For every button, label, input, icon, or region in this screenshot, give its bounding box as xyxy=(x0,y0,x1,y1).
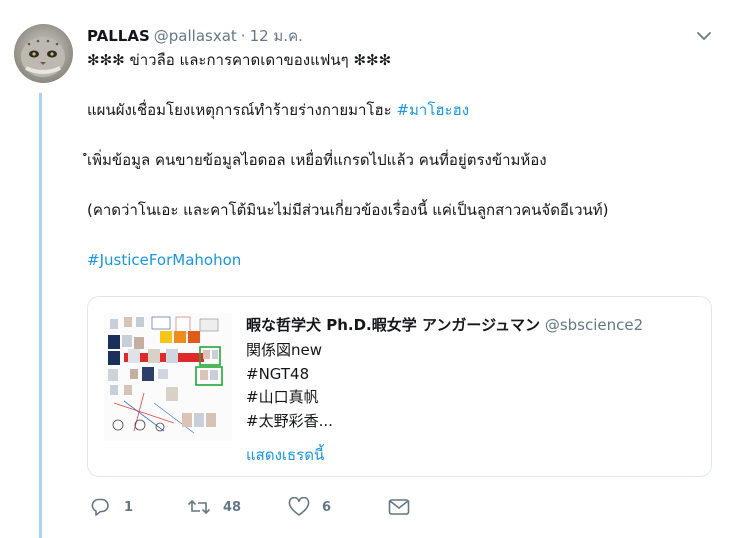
like-button[interactable]: 6 xyxy=(288,496,331,518)
reply-count: 1 xyxy=(124,499,134,515)
tweet-header: PALLAS @pallasxat · 12 ม.ค. xyxy=(87,24,303,45)
reply-icon xyxy=(91,498,109,516)
tweet-line-header: ✻✻✻ ข่าวลือ และการคาดเดาของแฟนๆ ✻✻✻ xyxy=(87,51,392,69)
quoted-line: #山口真帆 xyxy=(246,388,319,406)
tweet-line-diagram-text: แผนผังเชื่อมโยงเหตุการณ์ทำร้ายร่างกายมาโ… xyxy=(87,101,392,119)
quoted-tweet-card[interactable]: 暇な哲学犬 Ph.D.暇女学 アンガージュマン @sbscience2 関係図n… xyxy=(87,296,712,477)
quoted-line: 関係図new xyxy=(246,341,323,359)
hashtag-link-mahohong[interactable]: #มาโฮะฮง xyxy=(396,101,469,119)
author-handle[interactable]: @pallasxat xyxy=(154,27,237,45)
header-separator: · xyxy=(240,27,246,45)
heart-icon xyxy=(288,497,310,516)
retweet-button[interactable]: 48 xyxy=(187,496,241,518)
relationship-diagram-image xyxy=(104,313,232,441)
tweet-line-note: (คาดว่าโนเอะ และคาโต้มินะไม่มีส่วนเกี่ยว… xyxy=(87,201,609,219)
reply-button[interactable]: 1 xyxy=(90,496,133,518)
quoted-author-name: 暇な哲学犬 Ph.D.暇女学 アンガージュマン xyxy=(246,316,541,334)
retweet-icon xyxy=(187,499,211,515)
quoted-tweet-text: 関係図new #NGT48 #山口真帆 #太野彩香... xyxy=(246,339,333,433)
quoted-tweet-header: 暇な哲学犬 Ph.D.暇女学 アンガージュマン @sbscience2 xyxy=(246,314,643,335)
avatar[interactable] xyxy=(14,24,73,83)
show-thread-link[interactable]: แสดงเธรดนี้ xyxy=(246,443,324,467)
tweet-text: ✻✻✻ ข่าวลือ และการคาดเดาของแฟนๆ ✻✻✻ แผนผ… xyxy=(87,48,707,272)
quoted-line: #太野彩香... xyxy=(246,411,333,430)
like-count: 6 xyxy=(322,499,332,515)
quoted-author-handle: @sbscience2 xyxy=(544,316,644,334)
retweet-count: 48 xyxy=(223,499,242,515)
cat-avatar-image xyxy=(21,37,65,77)
chevron-down-icon[interactable] xyxy=(695,27,713,45)
author-name[interactable]: PALLAS xyxy=(87,27,150,45)
quoted-line: #NGT48 xyxy=(246,364,310,383)
thread-connector-line xyxy=(39,93,42,538)
tweet-line-hashtag: #JusticeForMahohon xyxy=(87,248,707,272)
tweet-line-diagram: แผนผังเชื่อมโยงเหตุการณ์ทำร้ายร่างกายมาโ… xyxy=(87,98,707,122)
tweet-line-added-info: ํเพิ่มข้อมูล คนขายข้อมูลไอดอล เหยื่อที่แ… xyxy=(87,151,547,169)
envelope-icon xyxy=(388,499,410,515)
direct-message-button[interactable] xyxy=(388,496,410,518)
tweet-date[interactable]: 12 ม.ค. xyxy=(250,24,303,48)
hashtag-link-justice[interactable]: #JusticeForMahohon xyxy=(87,251,241,269)
tweet-actions: 1 48 6 xyxy=(90,496,420,518)
